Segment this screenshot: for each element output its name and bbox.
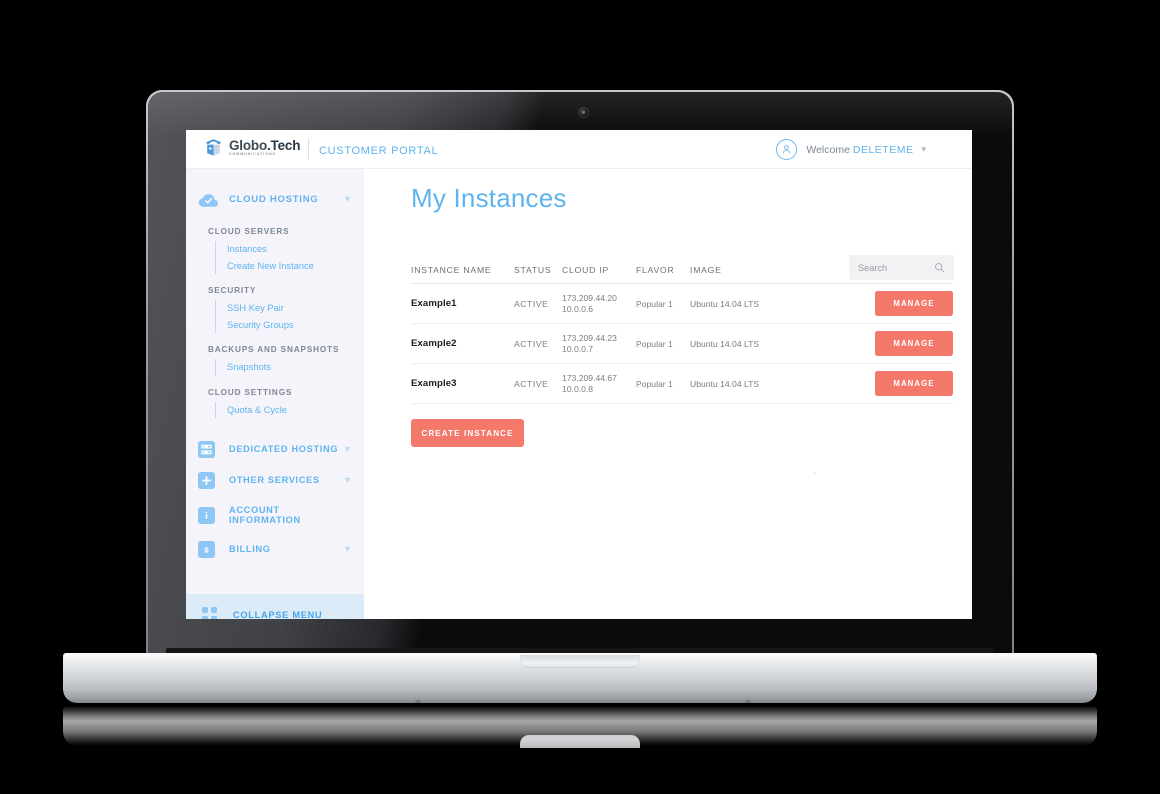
plus-square-icon	[198, 472, 215, 489]
sidebar-sublist: SSH Key Pair Security Groups	[215, 300, 364, 333]
table-row[interactable]: Example1 ACTIVE 173.209.44.20 10.0.0.6 P…	[411, 284, 953, 324]
cube-logo-icon	[206, 139, 221, 156]
column-header-instance-name: INSTANCE NAME	[411, 265, 492, 275]
cell-status: ACTIVE	[514, 338, 549, 349]
sidebar-sublist: Snapshots	[215, 359, 364, 376]
brand-tagline: COMMUNICATIONS	[229, 152, 276, 157]
cell-status: ACTIVE	[514, 298, 549, 309]
main-content: My Instances INSTANCE NAME STATUS CLOUD …	[364, 169, 972, 619]
table-row[interactable]: Example3 ACTIVE 173.209.44.67 10.0.0.8 P…	[411, 364, 953, 404]
user-menu[interactable]: Welcome DELETEME ▾	[776, 139, 926, 160]
cell-flavor: Popular 1	[636, 338, 673, 349]
cell-ip-public: 173.209.44.20	[562, 292, 617, 303]
server-rack-icon	[198, 441, 215, 458]
column-header-flavor: FLAVOR	[636, 265, 675, 275]
webcam-lens	[581, 110, 585, 114]
chevron-down-icon[interactable]: ▾	[345, 544, 350, 555]
grid-squares-icon	[202, 607, 217, 619]
table-header-row: INSTANCE NAME STATUS CLOUD IP FLAVOR IMA…	[411, 257, 953, 284]
header-divider	[308, 139, 309, 160]
chevron-down-icon[interactable]: ▾	[345, 444, 350, 455]
column-header-status: STATUS	[514, 265, 552, 275]
sidebar-sublist: Quota & Cycle	[215, 401, 364, 419]
sidebar-item-label: DEDICATED HOSTING	[229, 444, 339, 455]
sidebar-item-quota-cycle[interactable]: Quota & Cycle	[227, 402, 364, 419]
app-header: Globo.Tech COMMUNICATIONS CUSTOMER PORTA…	[186, 130, 972, 169]
sidebar-item-account-information[interactable]: ACCOUNT INFORMATION	[186, 496, 364, 534]
user-avatar-icon	[776, 139, 798, 160]
instances-table: INSTANCE NAME STATUS CLOUD IP FLAVOR IMA…	[411, 257, 953, 404]
cell-instance-name: Example1	[411, 298, 457, 309]
info-square-icon	[198, 506, 215, 524]
sidebar-group-title: SECURITY	[208, 286, 257, 295]
sidebar-item-label: CLOUD HOSTING	[229, 194, 319, 206]
sidebar-item-snapshots[interactable]: Snapshots	[227, 359, 364, 376]
cell-ip-private: 10.0.0.6	[562, 303, 594, 314]
cell-image: Ubuntu 14.04 LTS	[690, 338, 760, 349]
cell-ip-private: 10.0.0.8	[562, 383, 594, 394]
sidebar-item-label: OTHER SERVICES	[229, 475, 320, 486]
sidebar-item-other-services[interactable]: OTHER SERVICES ▾	[186, 465, 364, 496]
sidebar-item-security-groups[interactable]: Security Groups	[227, 317, 364, 334]
portal-title: CUSTOMER PORTAL	[319, 145, 439, 157]
sidebar-item-dedicated-hosting[interactable]: DEDICATED HOSTING ▾	[186, 434, 364, 465]
brand-name: Globo.Tech	[229, 137, 301, 153]
decorative-dot	[813, 472, 816, 475]
page-title: My Instances	[411, 183, 567, 213]
cloud-check-icon	[198, 192, 219, 209]
cell-image: Ubuntu 14.04 LTS	[690, 378, 760, 389]
collapse-menu-label: COLLAPSE MENU	[233, 609, 323, 620]
cell-ip-private: 10.0.0.7	[562, 343, 594, 354]
table-row[interactable]: Example2 ACTIVE 173.209.44.23 10.0.0.7 P…	[411, 324, 953, 364]
screen-viewport: Globo.Tech COMMUNICATIONS CUSTOMER PORTA…	[186, 130, 972, 619]
cell-flavor: Popular 1	[636, 378, 673, 389]
laptop-foot	[745, 700, 751, 703]
username-label: DELETEME	[852, 143, 914, 156]
laptop-base-notch	[520, 655, 640, 668]
laptop-foot	[415, 700, 421, 703]
manage-button[interactable]: MANAGE	[875, 291, 953, 316]
cell-instance-name: Example3	[411, 378, 457, 389]
sidebar-group-title: CLOUD SETTINGS	[208, 387, 293, 397]
chevron-down-icon[interactable]: ▾	[921, 144, 926, 155]
column-header-image: IMAGE	[690, 265, 722, 275]
cell-ip-public: 173.209.44.23	[562, 332, 617, 343]
cell-instance-name: Example2	[411, 338, 457, 349]
sidebar-item-billing[interactable]: $ BILLING ▾	[186, 534, 364, 565]
dollar-square-icon: $	[198, 541, 215, 558]
sidebar-item-label: ACCOUNT INFORMATION	[229, 504, 301, 526]
sidebar-item-label: BILLING	[229, 544, 271, 555]
sidebar-sublist: Instances Create New Instance	[215, 241, 364, 274]
cell-cloud-ip: 173.209.44.67 10.0.0.8	[562, 373, 636, 395]
svg-text:$: $	[204, 545, 209, 554]
welcome-label: Welcome DELETEME	[806, 143, 914, 156]
sidebar-item-create-new-instance[interactable]: Create New Instance	[227, 258, 364, 275]
chevron-down-icon[interactable]: ▾	[345, 195, 350, 205]
cell-cloud-ip: 173.209.44.20 10.0.0.6	[562, 293, 636, 315]
create-instance-button[interactable]: CREATE INSTANCE	[411, 419, 524, 447]
sidebar-item-cloud-hosting[interactable]: CLOUD HOSTING ▾	[186, 185, 364, 215]
manage-button[interactable]: MANAGE	[875, 331, 953, 356]
collapse-menu-button[interactable]: COLLAPSE MENU	[186, 594, 364, 619]
sidebar: CLOUD HOSTING ▾ CLOUD SERVERS Instances …	[186, 169, 364, 619]
sidebar-group-title: BACKUPS AND SNAPSHOTS	[208, 345, 340, 354]
cell-status: ACTIVE	[514, 378, 549, 389]
cell-cloud-ip: 173.209.44.23 10.0.0.7	[562, 333, 636, 355]
sidebar-item-instances[interactable]: Instances	[227, 241, 364, 258]
laptop-base-reflection-notch	[520, 735, 640, 748]
chevron-down-icon[interactable]: ▾	[345, 475, 350, 486]
sidebar-item-ssh-key-pair[interactable]: SSH Key Pair	[227, 300, 364, 317]
brand-logo[interactable]: Globo.Tech COMMUNICATIONS	[204, 138, 300, 157]
cell-ip-public: 173.209.44.67	[562, 372, 617, 383]
cell-image: Ubuntu 14.04 LTS	[690, 298, 760, 309]
column-header-cloud-ip: CLOUD IP	[562, 265, 609, 275]
webcam-icon	[579, 108, 588, 117]
cell-flavor: Popular 1	[636, 298, 673, 309]
manage-button[interactable]: MANAGE	[875, 371, 953, 396]
sidebar-group-title: CLOUD SERVERS	[208, 227, 290, 236]
